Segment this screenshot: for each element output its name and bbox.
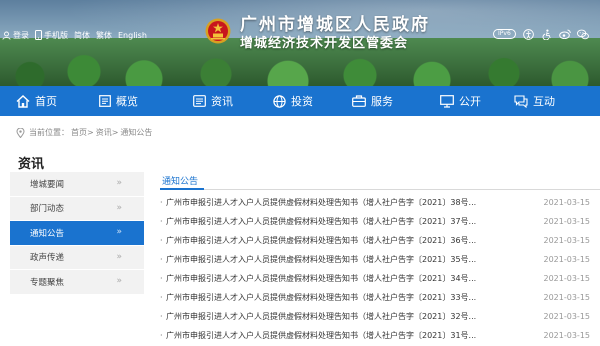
list-item-date: 2021-03-15 xyxy=(543,293,591,302)
list-item[interactable]: · 广州市申报引进人才入户人员提供虚假材料处理告知书（增人社户告字〔2021〕3… xyxy=(160,307,600,326)
sidebar-item-label: 政声传递 xyxy=(30,253,65,264)
chevron-right-icon: » xyxy=(116,227,122,237)
sidebar-item-policy-voice[interactable]: 政声传递 » xyxy=(10,246,144,270)
list-item-title: 广州市申报引进人才入户人员提供虚假材料处理告知书（增人社户告字〔2021〕38号… xyxy=(166,198,477,207)
header-banner: 登录 手机版 简体 繁体 English 广州市增城区人民政府 增城经济技术开发… xyxy=(0,0,600,86)
list-item-title: 广州市申报引进人才入户人员提供虚假材料处理告知书（增人社户告字〔2021〕36号… xyxy=(166,236,477,245)
list-item-date: 2021-03-15 xyxy=(543,255,591,264)
list-item-date: 2021-03-15 xyxy=(543,236,591,245)
nav-item-home-label: 首页 xyxy=(35,95,57,108)
sidebar-title: 资讯 xyxy=(18,157,45,172)
breadcrumb-separator: > xyxy=(87,128,94,137)
list-item-title: 广州市申报引进人才入户人员提供虚假材料处理告知书（增人社户告字〔2021〕33号… xyxy=(166,293,477,302)
traditional-link[interactable]: 繁体 xyxy=(96,30,112,41)
list-item[interactable]: · 广州市申报引进人才入户人员提供虚假材料处理告知书（增人社户告字〔2021〕3… xyxy=(160,193,600,212)
list-item-title: 广州市申报引进人才入户人员提供虚假材料处理告知书（增人社户告字〔2021〕31号… xyxy=(166,331,477,340)
weibo-icon[interactable] xyxy=(558,28,571,40)
nav-item-home[interactable]: 首页 xyxy=(0,86,91,116)
list-item-title: 广州市申报引进人才入户人员提供虚假材料处理告知书（增人社户告字〔2021〕34号… xyxy=(166,274,477,283)
sidebar-item-label: 专题聚焦 xyxy=(30,277,65,288)
breadcrumb-prefix: 当前位置： xyxy=(29,128,69,137)
sidebar-menu: 增城要闻 » 部门动态 » 通知公告 » 政声传递 » 专题聚焦 » xyxy=(10,172,144,295)
simplified-link[interactable]: 简体 xyxy=(74,30,90,41)
nav-item-news[interactable]: 资讯 xyxy=(175,86,255,116)
list-item[interactable]: · 广州市申报引进人才入户人员提供虚假材料处理告知书（增人社户告字〔2021〕3… xyxy=(160,288,600,307)
breadcrumb-separator: > xyxy=(111,128,119,137)
national-emblem-icon xyxy=(205,18,231,44)
nav-item-overview[interactable]: 概览 xyxy=(91,86,175,116)
nav-item-invest-label: 投资 xyxy=(291,95,313,108)
nav-item-interact-label: 互动 xyxy=(533,95,555,108)
sidebar-item-label: 通知公告 xyxy=(30,228,65,239)
home-icon xyxy=(16,94,30,108)
sidebar-item-headlines[interactable]: 增城要闻 » xyxy=(10,172,144,197)
chat-icon xyxy=(514,94,528,108)
login-link[interactable]: 登录 xyxy=(2,30,29,41)
section-divider-accent xyxy=(160,188,204,190)
breadcrumb: 当前位置： 首页 > 资讯 > 通知公告 xyxy=(16,127,152,138)
sidebar-item-notices[interactable]: 通知公告 » xyxy=(10,221,144,246)
user-icon xyxy=(2,31,11,40)
chevron-right-icon: » xyxy=(116,178,122,188)
breadcrumb-home[interactable]: 首页 xyxy=(71,127,87,138)
breadcrumb-current[interactable]: 通知公告 xyxy=(120,127,152,138)
list-item-title: 广州市申报引进人才入户人员提供虚假材料处理告知书（增人社户告字〔2021〕37号… xyxy=(166,217,477,226)
mobile-link[interactable]: 手机版 xyxy=(35,30,68,41)
wheelchair-icon[interactable] xyxy=(523,28,535,40)
accessibility-icon[interactable] xyxy=(541,28,553,40)
section-divider xyxy=(160,189,600,190)
list-item-date: 2021-03-15 xyxy=(543,198,591,207)
list-item[interactable]: · 广州市申报引进人才入户人员提供虚假材料处理告知书（增人社户告字〔2021〕3… xyxy=(160,212,600,231)
chevron-right-icon: » xyxy=(116,276,122,286)
nav-item-service[interactable]: 服务 xyxy=(337,86,424,116)
mobile-icon xyxy=(35,30,42,40)
site-title[interactable]: 广州市增城区人民政府 增城经济技术开发区管委会 xyxy=(240,16,430,52)
mobile-label: 手机版 xyxy=(44,30,68,40)
site-title-line1: 广州市增城区人民政府 xyxy=(240,15,430,35)
breadcrumb-news[interactable]: 资讯 xyxy=(96,127,112,138)
sidebar-item-department-news[interactable]: 部门动态 » xyxy=(10,197,144,221)
nav-item-service-label: 服务 xyxy=(371,95,393,108)
english-label: English xyxy=(118,30,147,40)
simplified-label: 简体 xyxy=(74,30,90,40)
sidebar-item-label: 部门动态 xyxy=(30,204,65,215)
nav-item-overview-label: 概览 xyxy=(116,95,138,108)
traditional-label: 繁体 xyxy=(96,30,112,40)
section-title: 通知公告 xyxy=(162,177,199,187)
top-links: 登录 手机版 简体 繁体 English xyxy=(0,28,153,42)
overview-icon xyxy=(99,95,111,107)
accessibility-tools: IPv6 xyxy=(493,28,595,40)
list-item[interactable]: · 广州市申报引进人才入户人员提供虚假材料处理告知书（增人社户告字〔2021〕3… xyxy=(160,326,600,345)
wechat-icon[interactable] xyxy=(576,28,589,40)
nav-item-public-label: 公开 xyxy=(459,95,481,108)
monitor-icon xyxy=(440,94,454,108)
list-item-date: 2021-03-15 xyxy=(543,274,591,283)
login-label: 登录 xyxy=(13,30,29,40)
list-item[interactable]: · 广州市申报引进人才入户人员提供虚假材料处理告知书（增人社户告字〔2021〕3… xyxy=(160,231,600,250)
nav-item-news-label: 资讯 xyxy=(211,95,233,108)
nav-item-public[interactable]: 公开 xyxy=(424,86,504,116)
chevron-right-icon: » xyxy=(116,251,122,262)
list-item-date: 2021-03-15 xyxy=(543,217,591,226)
main-nav: 首页 概览 资讯 投资 服务 公开 互动 xyxy=(0,86,600,116)
ipv6-badge: IPv6 xyxy=(493,29,516,39)
list-item-date: 2021-03-15 xyxy=(543,312,591,321)
nav-item-interact[interactable]: 互动 xyxy=(504,86,600,116)
list-item-title: 广州市申报引进人才入户人员提供虚假材料处理告知书（增人社户告字〔2021〕32号… xyxy=(166,312,477,321)
notice-list: · 广州市申报引进人才入户人员提供虚假材料处理告知书（增人社户告字〔2021〕3… xyxy=(160,193,600,345)
english-link[interactable]: English xyxy=(118,31,147,40)
sidebar-item-label: 增城要闻 xyxy=(30,179,65,190)
list-item-date: 2021-03-15 xyxy=(543,331,591,340)
list-item[interactable]: · 广州市申报引进人才入户人员提供虚假材料处理告知书（增人社户告字〔2021〕3… xyxy=(160,250,600,269)
site-title-line2: 增城经济技术开发区管委会 xyxy=(240,36,409,51)
nav-item-invest[interactable]: 投资 xyxy=(255,86,337,116)
list-item-title: 广州市申报引进人才入户人员提供虚假材料处理告知书（增人社户告字〔2021〕35号… xyxy=(166,255,477,264)
globe-icon xyxy=(273,94,286,108)
chevron-right-icon: » xyxy=(116,202,122,213)
sidebar-item-special-topics[interactable]: 专题聚焦 » xyxy=(10,270,144,295)
news-icon xyxy=(193,95,206,107)
briefcase-icon xyxy=(352,95,366,107)
list-item[interactable]: · 广州市申报引进人才入户人员提供虚假材料处理告知书（增人社户告字〔2021〕3… xyxy=(160,269,600,288)
location-pin-icon xyxy=(16,127,25,138)
